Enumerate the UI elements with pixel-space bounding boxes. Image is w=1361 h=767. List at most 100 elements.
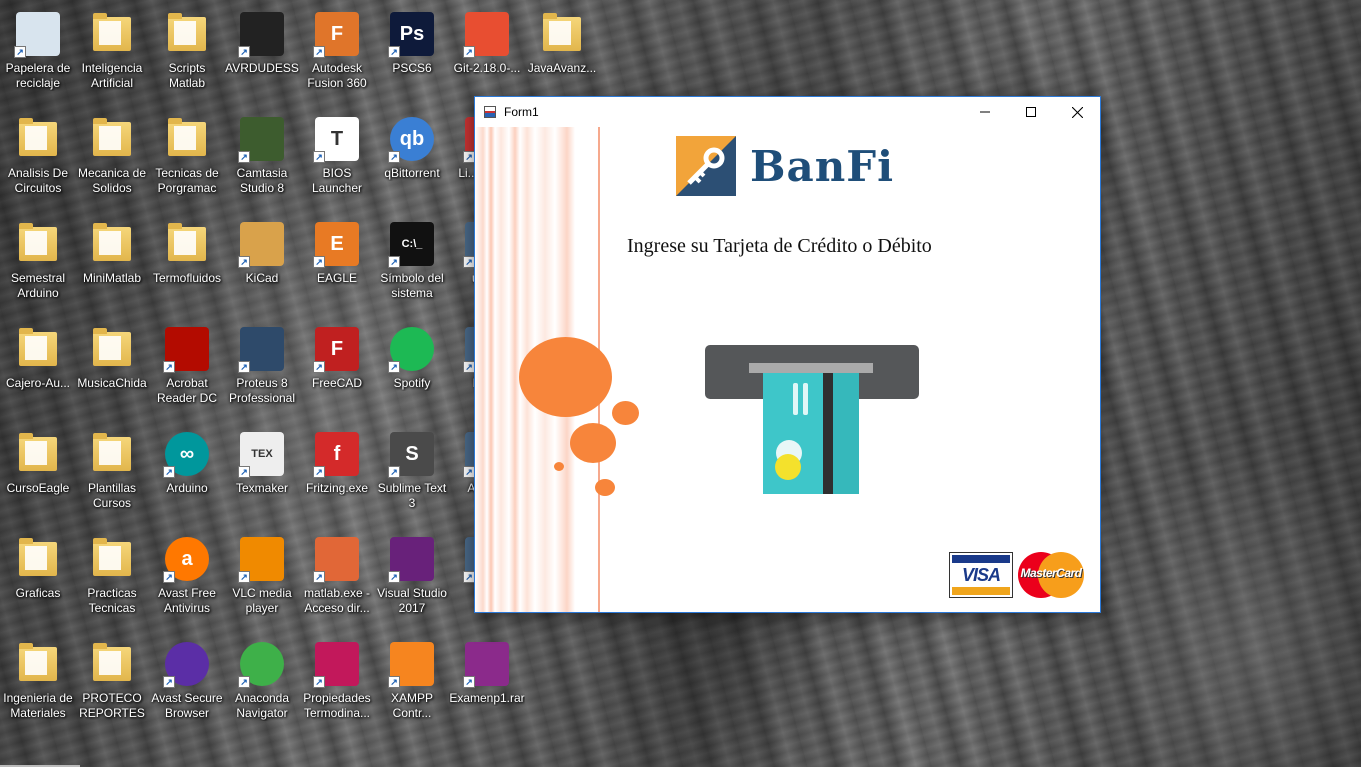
desktop-icon[interactable]: ↗ Git-2.18.0-...	[449, 6, 525, 106]
desktop-icon[interactable]: Tecnicas de Porgramac	[149, 111, 225, 211]
vlc-icon: ↗	[238, 537, 284, 583]
shortcut-arrow-icon: ↗	[238, 256, 250, 268]
card-prompt: Ingrese su Tarjeta de Crédito o Débito	[627, 235, 932, 257]
close-button[interactable]	[1054, 97, 1100, 127]
desktop-icon[interactable]: Semestral Arduino	[0, 216, 76, 316]
desktop-icon-label: BIOS Launcher	[311, 166, 363, 195]
decor-circle	[595, 479, 615, 496]
folder-icon	[165, 12, 209, 56]
desktop-icon[interactable]: Practicas Tecnicas	[74, 531, 150, 631]
desktop-icon[interactable]: ↗ Papelera de reciclaje	[0, 6, 76, 106]
desktop-icon[interactable]: ↗ Anaconda Navigator	[224, 636, 300, 736]
desktop-icon[interactable]: ↗ Proteus 8 Professional	[224, 321, 300, 421]
desktop-icon[interactable]: f ↗ Fritzing.exe	[299, 426, 375, 526]
desktop-icon[interactable]: Termofluidos	[149, 216, 225, 316]
texmaker-icon: TEX ↗	[238, 432, 284, 478]
eagle-icon: E ↗	[313, 222, 359, 268]
desktop-icon[interactable]: MiniMatlab	[74, 216, 150, 316]
desktop-icon[interactable]: PROTECO REPORTES	[74, 636, 150, 736]
desktop-icon[interactable]: ↗ Acrobat Reader DC	[149, 321, 225, 421]
desktop-icon[interactable]: TEX ↗ Texmaker	[224, 426, 300, 526]
shortcut-arrow-icon: ↗	[163, 361, 175, 373]
shortcut-arrow-icon: ↗	[238, 571, 250, 583]
form-app-icon[interactable]	[484, 106, 496, 118]
decor-circle	[612, 401, 639, 425]
desktop-icon[interactable]: C:\_ ↗ Símbolo del sistema	[374, 216, 450, 316]
desktop-icon[interactable]: ∞ ↗ Arduino	[149, 426, 225, 526]
shortcut-arrow-icon: ↗	[388, 466, 400, 478]
desktop-icon[interactable]: Plantillas Cursos	[74, 426, 150, 526]
desktop-icon[interactable]: F ↗ FreeCAD	[299, 321, 375, 421]
desktop-icon-label: KiCad	[245, 271, 279, 285]
shortcut-arrow-icon: ↗	[463, 46, 475, 58]
desktop-icon[interactable]: Graficas	[0, 531, 76, 631]
form1-window[interactable]: Form1 BanFi Ingrese su Tarjeta de Crédit…	[474, 96, 1101, 613]
desktop-icon[interactable]: ↗ Propiedades Termodina...	[299, 636, 375, 736]
desktop-icon-label: Acrobat Reader DC	[156, 376, 218, 405]
title-bar[interactable]: Form1	[475, 97, 1100, 127]
desktop-icon[interactable]: ↗ AVRDUDESS	[224, 6, 300, 106]
desktop-icon-label: Tecnicas de Porgramac	[155, 166, 219, 195]
atm-card-icon	[697, 337, 925, 519]
desktop-icon-label: Arduino	[166, 481, 208, 495]
desktop-icon[interactable]: Ps ↗ PSCS6	[374, 6, 450, 106]
desktop-icon[interactable]: Analisis De Circuitos	[0, 111, 76, 211]
desktop-icon[interactable]: Ingenieria de Materiales	[0, 636, 76, 736]
matlab-icon: ↗	[313, 537, 359, 583]
folder-icon	[90, 12, 134, 56]
shortcut-arrow-icon: ↗	[14, 46, 26, 58]
shortcut-arrow-icon: ↗	[313, 466, 325, 478]
decor-circle-large	[519, 337, 612, 417]
desktop-icon[interactable]: Mecanica de Solidos	[74, 111, 150, 211]
shortcut-arrow-icon: ↗	[388, 151, 400, 163]
desktop-icon-label: Practicas Tecnicas	[87, 586, 137, 615]
desktop-icon-label: Anaconda Navigator	[234, 691, 290, 720]
desktop-icon[interactable]: a ↗ Avast Free Antivirus	[149, 531, 225, 631]
desktop-icon[interactable]: ↗ Avast Secure Browser	[149, 636, 225, 736]
folder-icon	[165, 222, 209, 266]
avast-icon: a ↗	[163, 537, 209, 583]
desktop-icon[interactable]: ↗ Camtasia Studio 8	[224, 111, 300, 211]
folder-icon	[90, 117, 134, 161]
desktop-icon[interactable]: F ↗ Autodesk Fusion 360	[299, 6, 375, 106]
desktop-icon[interactable]: Cajero-Au...	[0, 321, 76, 421]
desktop-icon-label: Símbolo del sistema	[380, 271, 444, 300]
desktop-icon[interactable]: ↗ matlab.exe - Acceso dir...	[299, 531, 375, 631]
minimize-icon	[980, 111, 990, 113]
desktop-icon-label: Cajero-Au...	[5, 376, 71, 390]
desktop-icon[interactable]: Inteligencia Artificial	[74, 6, 150, 106]
desktop-icon[interactable]: ↗ XAMPP Contr...	[374, 636, 450, 736]
bios-launcher-icon: T ↗	[313, 117, 359, 163]
folder-icon	[90, 327, 134, 371]
desktop-icon[interactable]: E ↗ EAGLE	[299, 216, 375, 316]
desktop-icon-label: CursoEagle	[6, 481, 70, 495]
visual-studio-icon: ↗	[388, 537, 434, 583]
desktop-icon[interactable]: S ↗ Sublime Text 3	[374, 426, 450, 526]
desktop-icon-label: MiniMatlab	[82, 271, 142, 285]
desktop-icon[interactable]: qb ↗ qBittorrent	[374, 111, 450, 211]
desktop-icon[interactable]: ↗ Spotify	[374, 321, 450, 421]
proteus-icon: ↗	[238, 327, 284, 373]
desktop-icon-label: MusicaChida	[77, 376, 147, 390]
shortcut-arrow-icon: ↗	[313, 256, 325, 268]
desktop-icon[interactable]: T ↗ BIOS Launcher	[299, 111, 375, 211]
desktop-icon[interactable]: CursoEagle	[0, 426, 76, 526]
desktop-icon[interactable]: ↗ KiCad	[224, 216, 300, 316]
desktop-icon[interactable]: MusicaChida	[74, 321, 150, 421]
shortcut-arrow-icon: ↗	[313, 151, 325, 163]
spotify-icon: ↗	[388, 327, 434, 373]
desktop-icon[interactable]: ↗ Visual Studio 2017	[374, 531, 450, 631]
chip-icon: ↗	[238, 12, 284, 58]
desktop-icon[interactable]: Scripts Matlab	[149, 6, 225, 106]
desktop-icon[interactable]: ↗ VLC media player	[224, 531, 300, 631]
xampp-icon: ↗	[388, 642, 434, 688]
desktop-icon[interactable]: JavaAvanz...	[524, 6, 600, 106]
desktop-icon-label: Visual Studio 2017	[377, 586, 447, 615]
desktop-icon-label: Examenp1.rar	[449, 691, 525, 705]
desktop-icon-label: Analisis De Circuitos	[7, 166, 69, 195]
desktop-icon-label: Inteligencia Artificial	[81, 61, 143, 90]
desktop-icon[interactable]: ↗ Examenp1.rar	[449, 636, 525, 736]
minimize-button[interactable]	[962, 97, 1008, 127]
maximize-button[interactable]	[1008, 97, 1054, 127]
fusion360-icon: F ↗	[313, 12, 359, 58]
